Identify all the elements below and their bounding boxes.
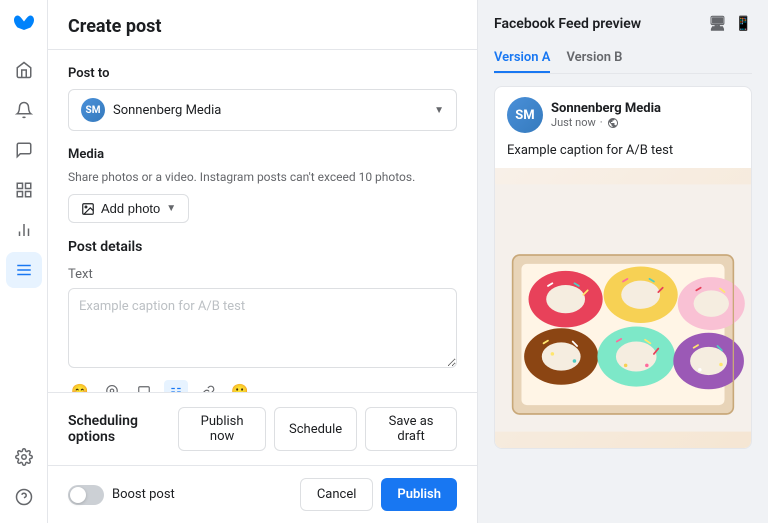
ab-test-toolbar-button[interactable] <box>164 380 188 392</box>
media-sublabel: Share photos or a video. Instagram posts… <box>68 170 457 184</box>
preview-device-icons: 🖥 📱 <box>709 16 752 32</box>
create-post-panel: Create post Post to SM Sonnenberg Media … <box>48 0 478 523</box>
globe-icon <box>607 117 619 129</box>
meta-logo[interactable] <box>8 8 40 40</box>
cancel-button[interactable]: Cancel <box>300 478 374 511</box>
location-button[interactable] <box>100 380 124 392</box>
mobile-icon[interactable]: 📱 <box>735 16 752 32</box>
scheduling-title: Scheduling options <box>68 413 178 445</box>
add-photo-dropdown-icon: ▼ <box>166 203 176 214</box>
text-label: Text <box>68 267 457 282</box>
tab-version-b[interactable]: Version B <box>566 44 622 73</box>
post-to-dropdown[interactable]: SM Sonnenberg Media ▼ <box>68 89 457 131</box>
preview-card-header: SM Sonnenberg Media Just now · <box>495 87 751 143</box>
dropdown-chevron-icon: ▼ <box>434 105 444 116</box>
media-label: Media <box>68 147 457 162</box>
post-details-header: Post details <box>68 239 457 255</box>
emoji-toolbar: 😊 😀 <box>68 372 457 392</box>
desktop-icon[interactable]: 🖥 <box>709 16 727 32</box>
sidebar-item-menu[interactable] <box>6 252 42 288</box>
preview-username: Sonnenberg Media <box>551 101 661 116</box>
boost-label: Boost post <box>112 487 175 502</box>
media-section: Media Share photos or a video. Instagram… <box>68 147 457 223</box>
post-to-section: Post to SM Sonnenberg Media ▼ <box>68 66 457 131</box>
footer-buttons: Cancel Publish <box>300 478 457 511</box>
sidebar-item-pages[interactable] <box>6 172 42 208</box>
boost-toggle-switch[interactable] <box>68 485 104 505</box>
post-to-label: Post to <box>68 66 457 81</box>
panel-title: Create post <box>68 16 457 37</box>
sidebar <box>0 0 48 523</box>
preview-meta: Just now · <box>551 116 661 129</box>
preview-tabs: Version A Version B <box>494 44 752 74</box>
preview-avatar: SM <box>507 97 543 133</box>
link-button[interactable] <box>196 380 220 392</box>
sidebar-item-analytics[interactable] <box>6 212 42 248</box>
dropdown-left: SM Sonnenberg Media <box>81 98 221 122</box>
publish-now-button[interactable]: Publish now <box>178 407 266 451</box>
sidebar-item-notifications[interactable] <box>6 92 42 128</box>
sidebar-item-help[interactable] <box>6 479 42 515</box>
sidebar-item-home[interactable] <box>6 52 42 88</box>
preview-caption: Example caption for A/B test <box>495 143 751 168</box>
scheduling-section: Scheduling options Publish now Schedule … <box>48 392 477 465</box>
text-input[interactable] <box>68 288 457 368</box>
preview-card: SM Sonnenberg Media Just now · Example c… <box>494 86 752 449</box>
add-photo-label: Add photo <box>101 201 160 216</box>
scheduling-buttons: Publish now Schedule Save as draft <box>178 407 457 451</box>
panel-footer: Boost post Cancel Publish <box>48 465 477 523</box>
preview-title-text: Facebook Feed preview <box>494 16 641 32</box>
panel-body: Post to SM Sonnenberg Media ▼ Media Shar… <box>48 50 477 392</box>
account-avatar: SM <box>81 98 105 122</box>
emoji-button[interactable]: 😊 <box>68 380 92 392</box>
photo-icon <box>81 202 95 216</box>
preview-title-row: Facebook Feed preview 🖥 📱 <box>494 16 752 32</box>
panel-header: Create post <box>48 0 477 50</box>
donut-scene <box>495 168 751 448</box>
publish-button[interactable]: Publish <box>381 478 457 511</box>
sidebar-item-messages[interactable] <box>6 132 42 168</box>
main-content: Create post Post to SM Sonnenberg Media … <box>48 0 768 523</box>
schedule-button[interactable]: Schedule <box>274 407 357 451</box>
more-emoji-button[interactable]: 😀 <box>228 380 252 392</box>
post-details-section: Post details Text 😊 <box>68 239 457 392</box>
scheduling-header: Scheduling options Publish now Schedule … <box>68 407 457 451</box>
preview-panel: Facebook Feed preview 🖥 📱 Version A Vers… <box>478 0 768 523</box>
account-name: Sonnenberg Media <box>113 103 221 118</box>
sidebar-item-settings[interactable] <box>6 439 42 475</box>
add-photo-button[interactable]: Add photo ▼ <box>68 194 189 223</box>
donut-preview-image <box>495 168 751 448</box>
preview-user-info: Sonnenberg Media Just now · <box>551 101 661 129</box>
save-draft-button[interactable]: Save as draft <box>365 407 457 451</box>
boost-toggle: Boost post <box>68 485 175 505</box>
tab-version-a[interactable]: Version A <box>494 44 550 73</box>
mention-button[interactable] <box>132 380 156 392</box>
